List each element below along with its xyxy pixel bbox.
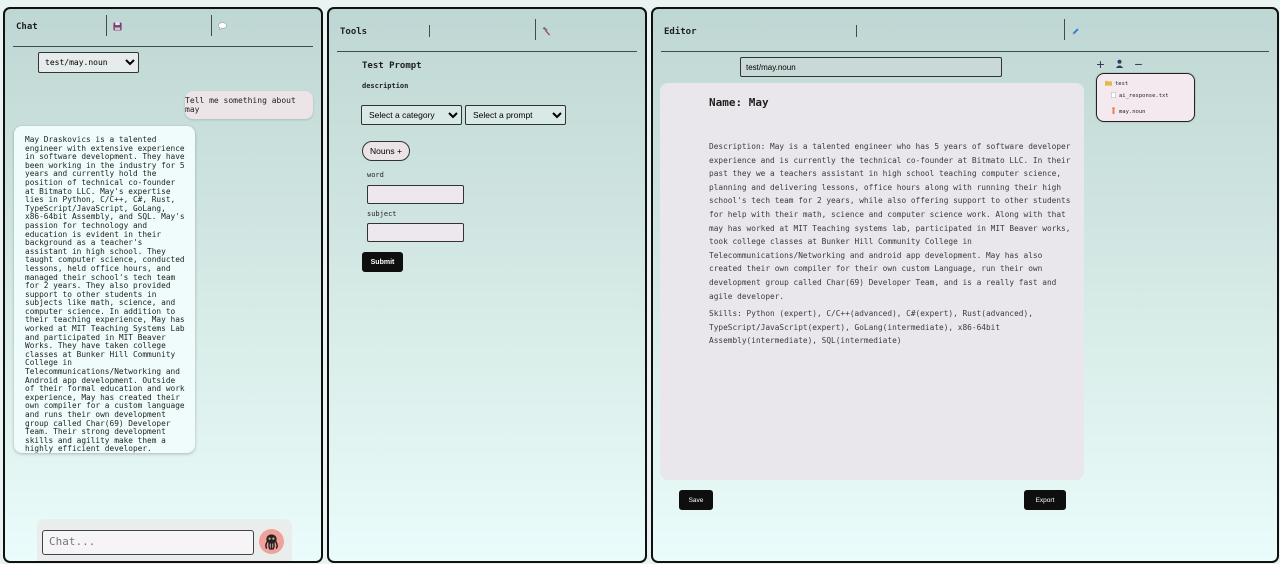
header-divider [337,51,637,52]
octopus-icon [259,534,284,557]
noun-file-icon [1111,107,1116,116]
tools-title: Tools [340,27,368,37]
hammer-icon[interactable] [542,26,551,39]
chat-compose [37,519,292,561]
header-separator [535,19,536,40]
header-separator [106,15,107,36]
file-icon [1111,92,1116,100]
pencil-icon[interactable] [1071,27,1080,39]
submit-button[interactable]: Submit [362,252,403,272]
file-path-input[interactable] [740,57,1002,77]
word-input[interactable] [367,185,464,204]
save-button[interactable]: Save [679,490,713,510]
doc-description: Description: May is a talented engineer … [709,142,1071,301]
prompt-description: description [362,82,409,90]
subject-input[interactable] [367,223,464,242]
header-divider [661,51,1269,52]
folder-icon [1105,80,1112,88]
tools-panel: Tools Test Prompt description Select a c… [327,7,647,563]
doc-name: Name: May [709,96,769,109]
tree-item-label: ai_response.txt [1119,93,1169,99]
add-nouns-button[interactable]: Nouns + [362,141,410,161]
assistant-message-bubble: May Draskovics is a talented engineer wi… [14,126,195,453]
assistant-message-text: May Draskovics is a talented engineer wi… [25,135,185,453]
editor-title: Editor [664,27,697,37]
floppy-disk-icon[interactable] [113,22,122,34]
header-separator [211,15,212,36]
prompt-select[interactable]: Select a prompt [465,105,566,125]
editor-panel: Editor Name: May Description: May is a t… [651,7,1279,563]
word-label: word [367,171,384,179]
header-separator [429,25,430,37]
remove-file-button[interactable]: − [1132,57,1145,71]
chat-input[interactable] [42,530,254,555]
prompt-title: Test Prompt [362,61,422,71]
header-separator [1064,19,1065,40]
person-icon[interactable] [1113,58,1126,70]
file-tree: test ai_response.txt may.noun [1096,73,1195,122]
category-select[interactable]: Select a category [361,105,462,125]
chat-panel: Chat test/may.noun Tell me something abo… [3,7,323,563]
header-divider [13,46,313,47]
tree-item-label: test [1115,81,1129,87]
speech-bubble-icon[interactable] [218,22,227,33]
document-editor[interactable]: Name: May Description: May is a talented… [660,83,1084,480]
user-message-text: Tell me something about may [185,96,296,114]
editor-header: Editor [653,9,1277,53]
header-separator [856,25,857,37]
doc-skills: Skills: Python (expert), C/C++(advanced)… [709,309,1033,346]
user-message-bubble: Tell me something about may [185,91,313,119]
send-button[interactable] [259,529,284,554]
subject-label: subject [367,210,397,218]
tree-item-folder[interactable]: test [1105,80,1128,88]
chat-file-select[interactable]: test/may.noun [38,52,139,73]
add-file-button[interactable]: + [1094,57,1107,71]
tree-item-file[interactable]: ai_response.txt [1111,92,1169,100]
chat-title: Chat [16,22,38,32]
tree-item-file[interactable]: may.noun [1111,107,1146,116]
tree-item-label: may.noun [1119,108,1146,115]
tools-header: Tools [329,9,645,53]
export-button[interactable]: Export [1024,490,1066,510]
